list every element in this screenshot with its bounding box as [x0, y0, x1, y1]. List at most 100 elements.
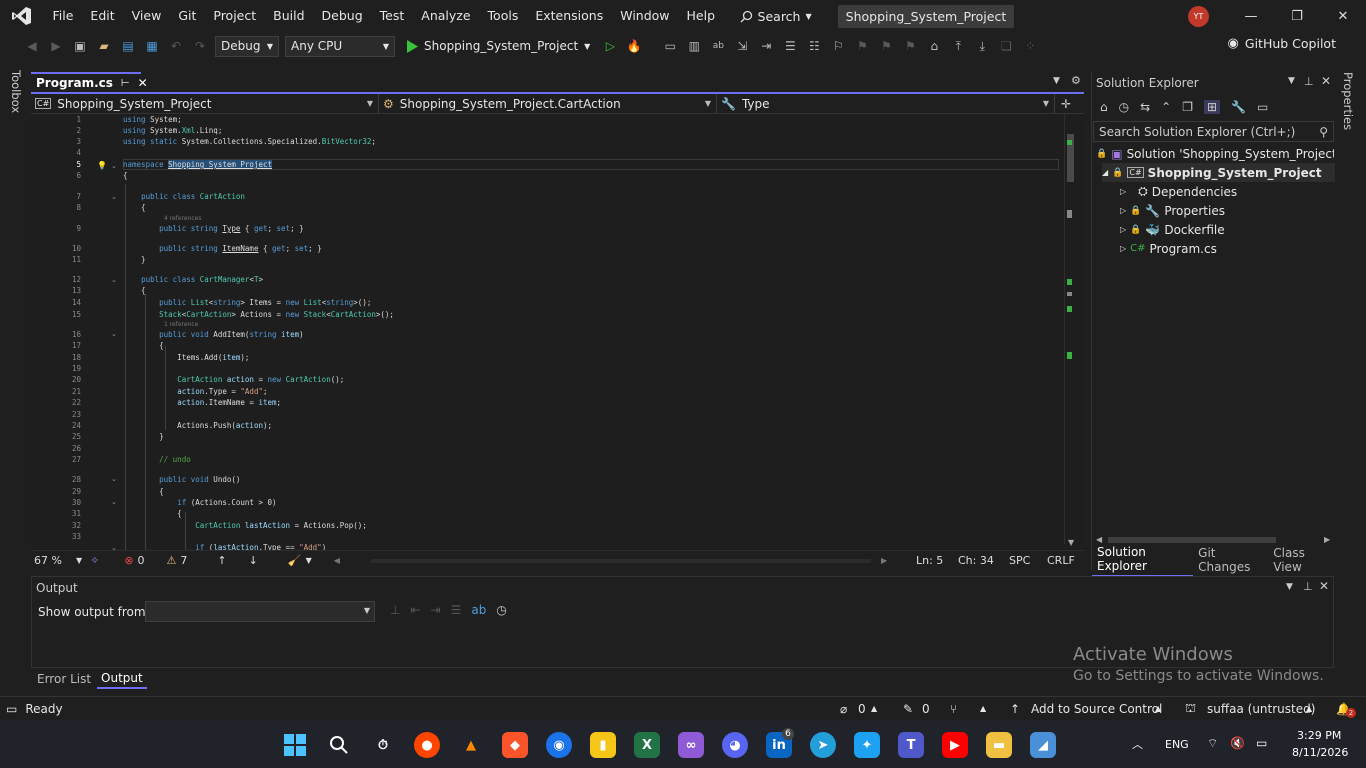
clear-all-icon[interactable]: ☰ [451, 603, 462, 617]
up-count[interactable]: 0 [858, 702, 866, 716]
chevron-down-icon[interactable]: ▼ [1288, 76, 1295, 86]
new-project-icon[interactable]: ▣ [70, 36, 90, 56]
member-dropdown[interactable]: 🔧 Type ▼ [717, 93, 1055, 114]
project-dropdown[interactable]: C# Shopping_System_Project ▼ [31, 93, 379, 114]
code-editor[interactable]: 1 2 3 4 5 6 7 8 9 10 11 12 13 14 15 16 17 18 19 20 21 22 23 24 2… [31, 114, 1084, 550]
collapse-icon[interactable]: ⌃ [1161, 100, 1171, 114]
close-button[interactable]: ✕ [1320, 0, 1366, 32]
tab-list-dropdown-icon[interactable]: ▼ [1053, 76, 1060, 86]
pencil-icon[interactable]: ✎ [903, 702, 913, 716]
fold-toggle[interactable]: ⌄ [111, 498, 117, 506]
twitter-icon[interactable]: ✦ [854, 732, 880, 758]
menu-tools[interactable]: Tools [479, 0, 527, 32]
volume-muted-icon[interactable]: 🔇 [1230, 736, 1245, 750]
windows-start-icon[interactable] [282, 732, 308, 758]
menu-file[interactable]: File [44, 0, 82, 32]
download-icon[interactable]: ⤓ [972, 36, 992, 56]
split-icon[interactable]: ✛ [1061, 97, 1071, 111]
toolbox-strip[interactable]: Toolbox [9, 70, 23, 113]
teams-icon[interactable]: T [898, 732, 924, 758]
reddit-icon[interactable]: ● [414, 732, 440, 758]
excel-icon[interactable]: X [634, 732, 660, 758]
tray-chevron-up-icon[interactable]: ︿ [1132, 736, 1143, 752]
next-issue-icon[interactable]: ↓ [249, 554, 258, 567]
menu-window[interactable]: Window [612, 0, 678, 32]
menu-edit[interactable]: Edit [82, 0, 123, 32]
git-commits-icon[interactable]: ⌀ [840, 702, 847, 716]
menu-analyze[interactable]: Analyze [413, 0, 479, 32]
add-source-control[interactable]: Add to Source Control [1031, 702, 1162, 716]
fold-toggle[interactable]: ⌄ [111, 276, 117, 284]
search-menu[interactable]: Search ▼ [734, 9, 818, 24]
clock-date[interactable]: 8/11/2026 [1292, 746, 1348, 759]
pin-icon[interactable]: ⊥ [1303, 580, 1313, 593]
tree-item-dependencies[interactable]: ▷ ⛭ Dependencies [1120, 182, 1237, 201]
fold-toggle[interactable]: ⌄ [111, 162, 117, 170]
battery-icon[interactable]: ▭ [1256, 736, 1267, 750]
telegram-icon[interactable]: ➤ [810, 732, 836, 758]
publish-icon[interactable]: ⤒ [948, 36, 968, 56]
home-icon[interactable]: ⌂ [1100, 100, 1108, 114]
step-over-icon[interactable]: ⇥ [756, 36, 776, 56]
fold-toggle[interactable]: ⌄ [111, 193, 117, 201]
hot-reload-icon[interactable]: 🔥 [624, 36, 644, 56]
zoom-level[interactable]: 67 % [34, 554, 62, 567]
whitespace-indicator[interactable]: SPC [1009, 554, 1030, 567]
fold-toggle[interactable]: ⌄ [111, 475, 117, 483]
undo-icon[interactable]: ↶ [166, 36, 186, 56]
bookmark-next-icon[interactable]: ⚑ [876, 36, 896, 56]
redo-icon[interactable]: ↷ [190, 36, 210, 56]
tab-program-cs[interactable]: Program.cs ⊢ ✕ [31, 72, 148, 92]
solution-node[interactable]: 🔒 ▣ Solution 'Shopping_System_Project' (… [1096, 144, 1334, 163]
tab-solution-explorer[interactable]: Solution Explorer [1092, 543, 1194, 577]
avatar[interactable]: YT [1188, 6, 1209, 27]
close-icon[interactable]: ✕ [138, 76, 148, 90]
error-icon[interactable]: ⊗ [124, 554, 133, 567]
edge-app-icon[interactable]: ◢ [1030, 732, 1056, 758]
tree-item-program-cs[interactable]: ▷ C# Program.cs [1120, 239, 1217, 258]
copy-icon[interactable]: ❏ [996, 36, 1016, 56]
stopwatch-icon[interactable]: ⏱ [370, 732, 396, 758]
brave-icon[interactable]: ◆ [502, 732, 528, 758]
vertical-scrollbar[interactable] [1064, 114, 1076, 544]
bookmark-icon[interactable]: ⚐ [828, 36, 848, 56]
pin-icon[interactable]: ⊥ [1304, 75, 1314, 88]
indent-icon[interactable]: ☰ [780, 36, 800, 56]
menu-help[interactable]: Help [678, 0, 724, 32]
output-source-select[interactable]: ▼ [145, 601, 375, 622]
close-icon[interactable]: ✕ [1319, 579, 1329, 593]
forward-icon[interactable]: ▶ [46, 36, 66, 56]
line-ending-indicator[interactable]: CRLF [1047, 554, 1075, 567]
sync-icon[interactable]: ⇆ [1140, 100, 1150, 114]
scroll-down-icon[interactable]: ▼ [1068, 538, 1074, 547]
vlc-icon[interactable]: ▲ [458, 732, 484, 758]
clock-icon[interactable]: ◷ [496, 603, 506, 617]
line-indicator[interactable]: Ln: 5 [916, 554, 943, 567]
preview-icon[interactable]: ▭ [1257, 100, 1268, 114]
branch-icon[interactable]: ⑂ [950, 702, 957, 716]
github-copilot-button[interactable]: ◉ GitHub Copilot [1228, 36, 1336, 51]
layout-icon[interactable]: ▥ [684, 36, 704, 56]
codelens-references[interactable]: 4 references [164, 215, 202, 222]
show-all-icon[interactable]: ❐ [1182, 100, 1193, 114]
menu-extensions[interactable]: Extensions [527, 0, 612, 32]
youtube-icon[interactable]: ▶ [942, 732, 968, 758]
platform-select[interactable]: Any CPU ▼ [285, 35, 395, 57]
restore-button[interactable]: ❐ [1274, 0, 1320, 32]
settings-gear-icon[interactable]: ⚙ [1071, 74, 1081, 87]
save-icon[interactable]: ▤ [118, 36, 138, 56]
fold-toggle[interactable]: ⌄ [111, 330, 117, 338]
horizontal-scrollbar[interactable] [371, 559, 871, 563]
pencil-count[interactable]: 0 [922, 702, 930, 716]
prev-issue-icon[interactable]: ↑ [217, 554, 226, 567]
class-dropdown[interactable]: ⚙ Shopping_System_Project.CartAction ▼ [379, 93, 717, 114]
menu-debug[interactable]: Debug [313, 0, 371, 32]
wrench-icon[interactable]: 🔧 [1231, 100, 1246, 114]
column-indicator[interactable]: Ch: 34 [958, 554, 994, 567]
chevron-up-icon[interactable]: ▲ [980, 704, 986, 713]
chevron-down-icon[interactable]: ▼ [306, 556, 312, 565]
start-without-debug-icon[interactable]: ▷ [600, 36, 620, 56]
code-cleanup-icon[interactable]: 🧹 [288, 554, 302, 567]
pin-icon[interactable]: ⊢ [121, 78, 130, 89]
file-explorer-icon[interactable]: ▬ [986, 732, 1012, 758]
